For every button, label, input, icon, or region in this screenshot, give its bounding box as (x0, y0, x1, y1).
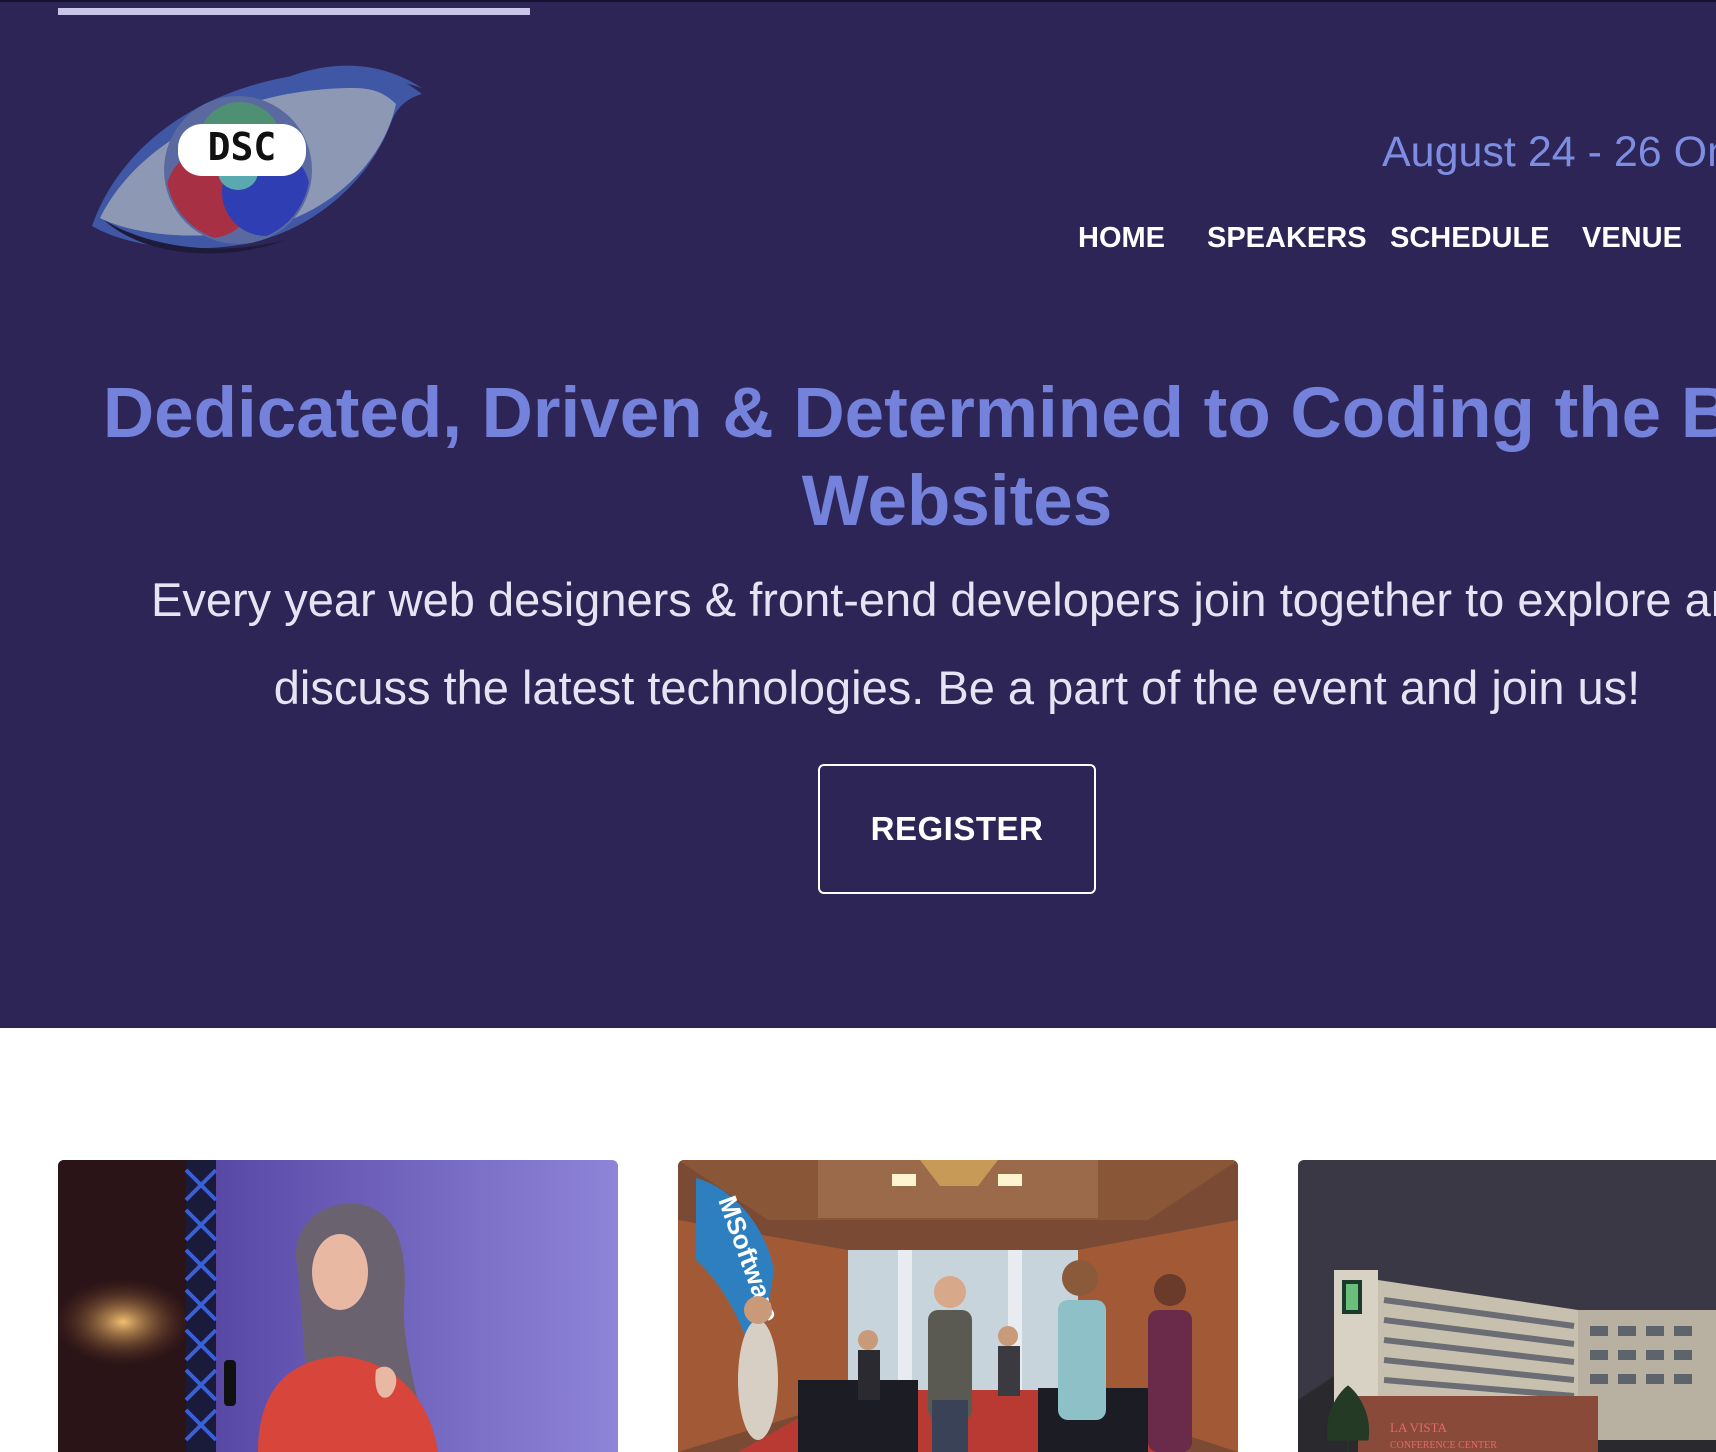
dsc-logo[interactable]: DSC (86, 48, 430, 270)
nav-speakers[interactable]: SPEAKERS (1207, 222, 1367, 255)
speaker-photo (58, 1160, 618, 1452)
hero-section: DSC August 24 - 26 Om HOME SPEAKERS SCHE… (0, 0, 1716, 1028)
hero-headline: Dedicated, Driven & Determined to Coding… (0, 370, 1716, 546)
expo-hall-photo-card[interactable]: MSoftware (678, 1160, 1238, 1452)
hero-headline-line-2: Websites (801, 462, 1113, 541)
top-border (0, 0, 1716, 2)
hero-tagline-line-1: Every year web designers & front-end dev… (151, 573, 1716, 626)
venue-sign-line-1: LA VISTA (1390, 1420, 1447, 1435)
hero-headline-line-1: Dedicated, Driven & Determined to Coding… (102, 374, 1716, 453)
nav-schedule[interactable]: SCHEDULE (1390, 222, 1550, 255)
logo-text: DSC (208, 125, 277, 169)
expo-hall-photo: MSoftware (678, 1160, 1238, 1452)
nav-home[interactable]: HOME (1078, 222, 1165, 255)
venue-sign-line-2: CONFERENCE CENTER (1390, 1440, 1497, 1451)
venue-photo: LA VISTA CONFERENCE CENTER (1298, 1160, 1716, 1452)
speaker-photo-card[interactable] (58, 1160, 618, 1452)
hero-tagline-line-2: discuss the latest technologies. Be a pa… (273, 661, 1641, 714)
nav-venue[interactable]: VENUE (1582, 222, 1682, 255)
scroll-progress-bar (58, 8, 530, 15)
venue-photo-card[interactable]: LA VISTA CONFERENCE CENTER (1298, 1160, 1716, 1452)
hero-tagline: Every year web designers & front-end dev… (0, 556, 1716, 732)
event-date: August 24 - 26 Om (1382, 128, 1716, 176)
register-button[interactable]: REGISTER (818, 764, 1096, 894)
